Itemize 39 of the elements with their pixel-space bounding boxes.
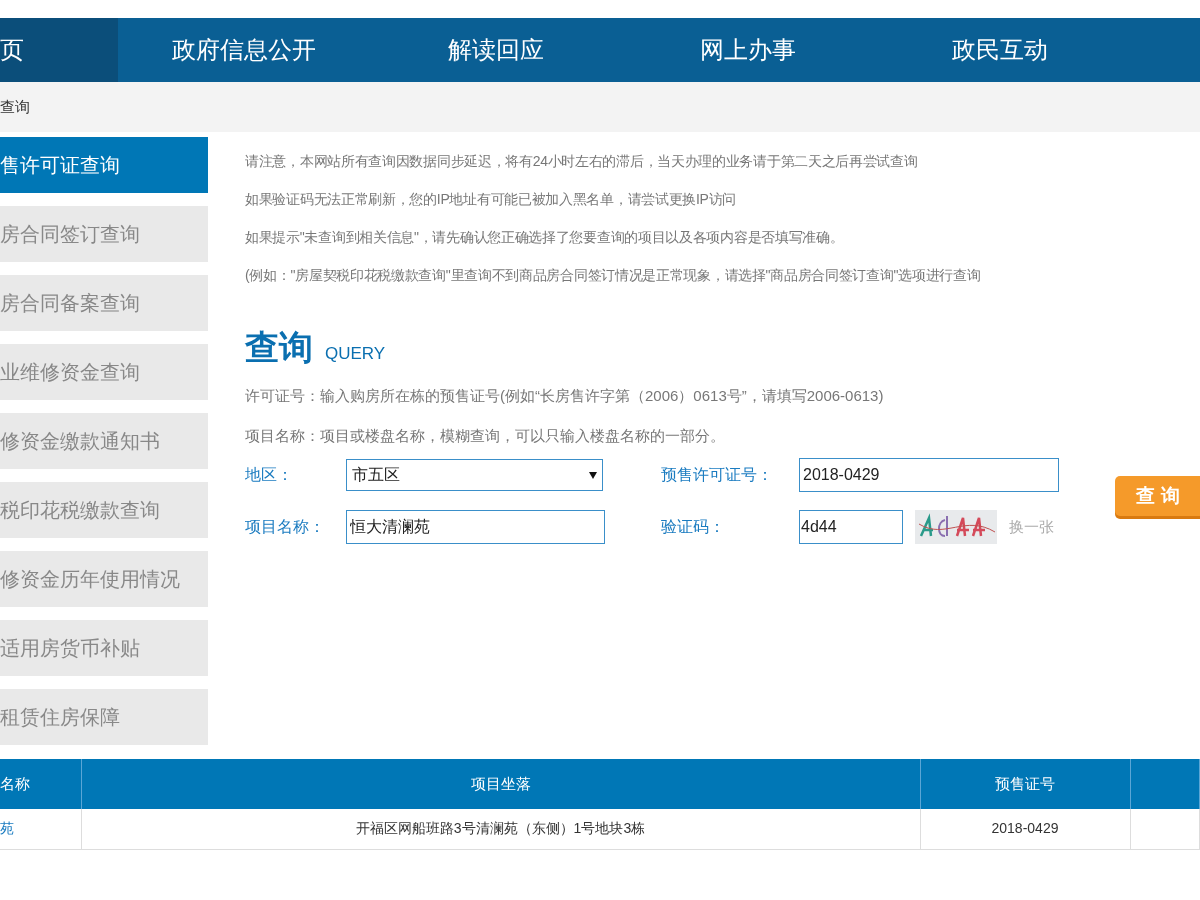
notice-text: 如果提示"未查询到相关信息"，请先确认您正确选择了您要查询的项目以及各项内容是否填写准确。 [245, 228, 845, 247]
project-link[interactable]: 苑 [0, 809, 81, 849]
nav-tab[interactable]: 解读回应 [370, 18, 622, 82]
caret-icon [589, 471, 597, 479]
column-header: 预售证号 [920, 759, 1130, 809]
breadcrumb-text: 查询 [0, 96, 30, 117]
sidebar-item[interactable]: 修资金历年使用情况 [0, 551, 208, 607]
sidebar-item[interactable]: 房合同签订查询 [0, 206, 208, 262]
notice-text: 如果验证码无法正常刷新，您的IP地址有可能已被加入黑名单，请尝试更换IP访问 [245, 190, 738, 209]
captcha-field[interactable]: 4d44 [799, 510, 903, 544]
field-label: 预售许可证号： [661, 465, 774, 485]
sidebar-item[interactable]: 房合同备案查询 [0, 275, 208, 331]
table-cell: 开福区网船班路3号清澜苑（东侧）1号地块3栋 [81, 809, 920, 849]
region-dropdown[interactable]: 市五区 [346, 459, 603, 491]
nav-tab[interactable]: 页 [0, 18, 118, 82]
section-title: 查询 [245, 330, 313, 364]
section-subtitle: QUERY [325, 345, 386, 362]
nav-tab[interactable]: 网上办事 [622, 18, 874, 82]
sidebar-item[interactable]: 租赁住房保障 [0, 689, 208, 745]
sidebar-item[interactable]: 业维修资金查询 [0, 344, 208, 400]
permit-number-field[interactable]: 2018-0429 [799, 458, 1059, 492]
notice-text: (例如："房屋契税印花税缴款查询"里查询不到商品房合同签订情况是正常现象，请选择"商品房合同签订查询"选项进行查询 [245, 266, 982, 285]
table-cell: 2018-0429 [920, 809, 1130, 849]
hint-text: 许可证号：输入购房所在栋的预售证号(例如“长房售许字第（2006）0613号”，请填写2006-0613) [245, 386, 885, 406]
project-name-field[interactable]: 恒大清澜苑 [346, 510, 605, 544]
sidebar-item[interactable]: 修资金缴款通知书 [0, 413, 208, 469]
field-label: 验证码： [661, 517, 726, 537]
field-label: 项目名称： [245, 517, 326, 537]
nav-tab[interactable]: 政府信息公开 [118, 18, 370, 82]
column-header: 名称 [0, 759, 81, 809]
sidebar-item[interactable]: 售许可证查询 [0, 137, 208, 193]
sidebar-item[interactable]: 税印花税缴款查询 [0, 482, 208, 538]
nav-tab[interactable]: 政民互动 [874, 18, 1126, 82]
sidebar-item[interactable]: 适用房货币补贴 [0, 620, 208, 676]
column-header: 项目坐落 [81, 759, 920, 809]
field-label: 地区： [245, 465, 294, 485]
hint-text: 项目名称：项目或楼盘名称，模糊查询，可以只输入楼盘名称的一部分。 [245, 426, 726, 446]
refresh-captcha-link[interactable]: 换一张 [1009, 515, 1054, 539]
notice-text: 请注意，本网站所有查询因数据同步延迟，将有24小时左右的滞后，当天办理的业务请于第二天之后再尝试查询 [245, 152, 919, 171]
